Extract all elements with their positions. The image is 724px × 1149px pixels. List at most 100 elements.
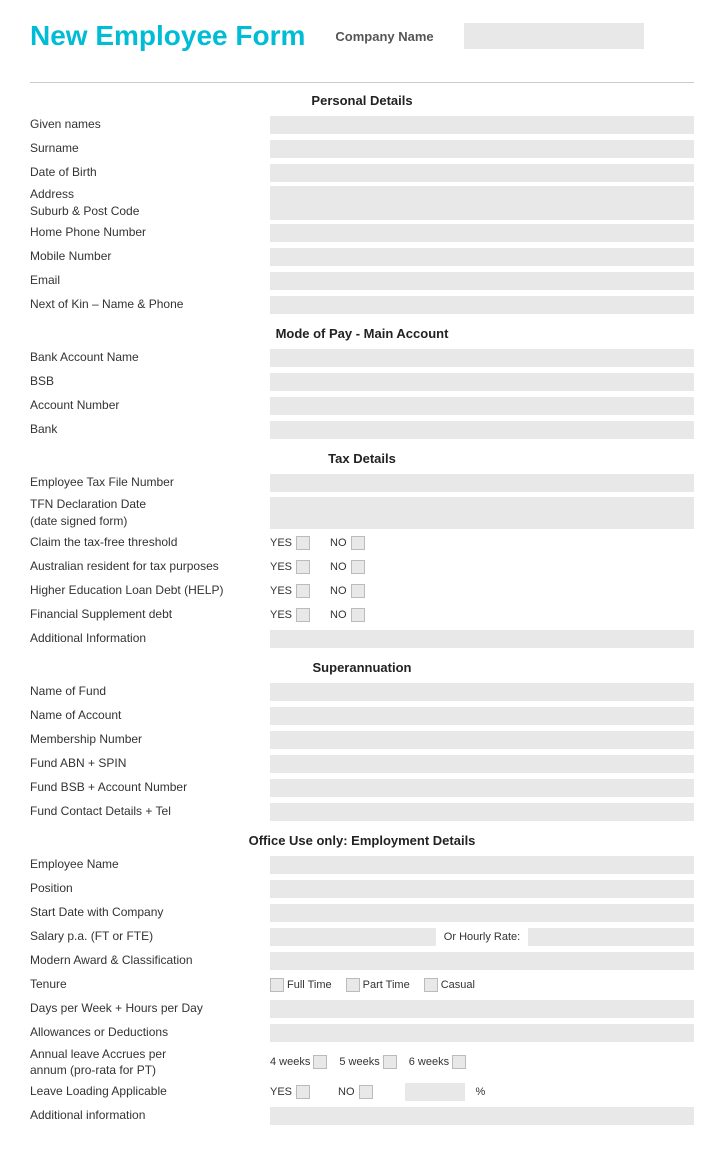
fulltime-checkbox[interactable] — [270, 978, 284, 992]
next-of-kin-input[interactable] — [270, 296, 694, 314]
company-name-input[interactable] — [464, 23, 644, 49]
address-input[interactable] — [270, 186, 694, 220]
bsb-input[interactable] — [270, 373, 694, 391]
aus-resident-yes-checkbox[interactable] — [296, 560, 310, 574]
fund-name-row: Name of Fund — [30, 681, 694, 703]
tax-free-yes-label: YES — [270, 537, 292, 549]
aus-resident-yn: YES NO — [270, 560, 385, 574]
fund-name-input[interactable] — [270, 683, 694, 701]
account-number-input[interactable] — [270, 397, 694, 415]
casual-label: Casual — [441, 979, 475, 991]
parttime-checkbox[interactable] — [346, 978, 360, 992]
days-per-week-input[interactable] — [270, 1000, 694, 1018]
address-label: AddressSuburb & Post Code — [30, 186, 270, 220]
form-header: New Employee Form Company Name — [30, 20, 694, 62]
tax-free-no-checkbox[interactable] — [351, 536, 365, 550]
tax-additional-label: Additional Information — [30, 631, 270, 647]
allowances-input[interactable] — [270, 1024, 694, 1042]
financial-supplement-label: Financial Supplement debt — [30, 607, 270, 623]
aus-resident-label: Australian resident for tax purposes — [30, 559, 270, 575]
fund-contact-input[interactable] — [270, 803, 694, 821]
leave-loading-no-label: NO — [338, 1086, 355, 1098]
bank-account-name-label: Bank Account Name — [30, 350, 270, 366]
employee-name-input[interactable] — [270, 856, 694, 874]
financial-supplement-no-checkbox[interactable] — [351, 608, 365, 622]
leave-loading-label: Leave Loading Applicable — [30, 1084, 270, 1100]
tax-additional-row: Additional Information — [30, 628, 694, 650]
modern-award-label: Modern Award & Classification — [30, 953, 270, 969]
leave-loading-yes-checkbox[interactable] — [296, 1085, 310, 1099]
help-yes-group: YES — [270, 584, 310, 598]
account-number-row: Account Number — [30, 395, 694, 417]
financial-supplement-no-label: NO — [330, 609, 347, 621]
tfn-declaration-input[interactable] — [270, 497, 694, 529]
aus-resident-row: Australian resident for tax purposes YES… — [30, 556, 694, 578]
dob-input[interactable] — [270, 164, 694, 182]
next-of-kin-label: Next of Kin – Name & Phone — [30, 297, 270, 313]
surname-row: Surname — [30, 138, 694, 160]
start-date-input[interactable] — [270, 904, 694, 922]
aus-resident-yes-group: YES — [270, 560, 310, 574]
help-yes-checkbox[interactable] — [296, 584, 310, 598]
financial-supplement-yes-label: YES — [270, 609, 292, 621]
or-hourly-label: Or Hourly Rate: — [444, 931, 520, 943]
tenure-label: Tenure — [30, 977, 270, 993]
email-input[interactable] — [270, 272, 694, 290]
fund-abn-input[interactable] — [270, 755, 694, 773]
tax-file-number-row: Employee Tax File Number — [30, 472, 694, 494]
mobile-input[interactable] — [270, 248, 694, 266]
given-names-input[interactable] — [270, 116, 694, 134]
tax-additional-input[interactable] — [270, 630, 694, 648]
aus-resident-no-label: NO — [330, 561, 347, 573]
personal-details-header: Personal Details — [30, 93, 694, 108]
leave-loading-percent-input[interactable] — [405, 1083, 465, 1101]
annual-leave-row: Annual leave Accrues perannum (pro-rata … — [30, 1046, 694, 1080]
4weeks-label: 4 weeks — [270, 1056, 310, 1068]
tfn-declaration-row: TFN Declaration Date(date signed form) — [30, 496, 694, 530]
employment-details-label: Employment Details — [351, 833, 475, 848]
fulltime-label: Full Time — [287, 979, 332, 991]
6weeks-checkbox[interactable] — [452, 1055, 466, 1069]
mode-of-pay-header: Mode of Pay - Main Account — [30, 326, 694, 341]
account-name-label: Name of Account — [30, 708, 270, 724]
office-use-label: Office Use only: — [249, 833, 352, 848]
help-no-label: NO — [330, 585, 347, 597]
start-date-row: Start Date with Company — [30, 902, 694, 924]
leave-loading-no-checkbox[interactable] — [359, 1085, 373, 1099]
home-phone-row: Home Phone Number — [30, 222, 694, 244]
dob-label: Date of Birth — [30, 165, 270, 181]
days-per-week-label: Days per Week + Hours per Day — [30, 1001, 270, 1017]
account-name-input[interactable] — [270, 707, 694, 725]
employment-additional-input[interactable] — [270, 1107, 694, 1125]
help-no-checkbox[interactable] — [351, 584, 365, 598]
leave-loading-yes-group: YES — [270, 1085, 310, 1099]
parttime-option: Part Time — [346, 978, 410, 992]
hourly-rate-input[interactable] — [528, 928, 694, 946]
bank-account-name-input[interactable] — [270, 349, 694, 367]
bank-input[interactable] — [270, 421, 694, 439]
given-names-row: Given names — [30, 114, 694, 136]
position-input[interactable] — [270, 880, 694, 898]
financial-supplement-yes-checkbox[interactable] — [296, 608, 310, 622]
5weeks-checkbox[interactable] — [383, 1055, 397, 1069]
salary-input[interactable] — [270, 928, 436, 946]
tax-free-yes-checkbox[interactable] — [296, 536, 310, 550]
tax-free-yes-group: YES — [270, 536, 310, 550]
annual-leave-options: 4 weeks 5 weeks 6 weeks — [270, 1055, 466, 1069]
salary-label: Salary p.a. (FT or FTE) — [30, 929, 270, 945]
home-phone-input[interactable] — [270, 224, 694, 242]
tax-details-header: Tax Details — [30, 451, 694, 466]
fund-bsb-input[interactable] — [270, 779, 694, 797]
membership-number-row: Membership Number — [30, 729, 694, 751]
email-label: Email — [30, 273, 270, 289]
financial-supplement-no-group: NO — [330, 608, 365, 622]
membership-number-input[interactable] — [270, 731, 694, 749]
surname-input[interactable] — [270, 140, 694, 158]
mobile-label: Mobile Number — [30, 249, 270, 265]
modern-award-input[interactable] — [270, 952, 694, 970]
tax-file-number-input[interactable] — [270, 474, 694, 492]
4weeks-checkbox[interactable] — [313, 1055, 327, 1069]
aus-resident-no-checkbox[interactable] — [351, 560, 365, 574]
casual-checkbox[interactable] — [424, 978, 438, 992]
6weeks-option: 6 weeks — [409, 1055, 466, 1069]
